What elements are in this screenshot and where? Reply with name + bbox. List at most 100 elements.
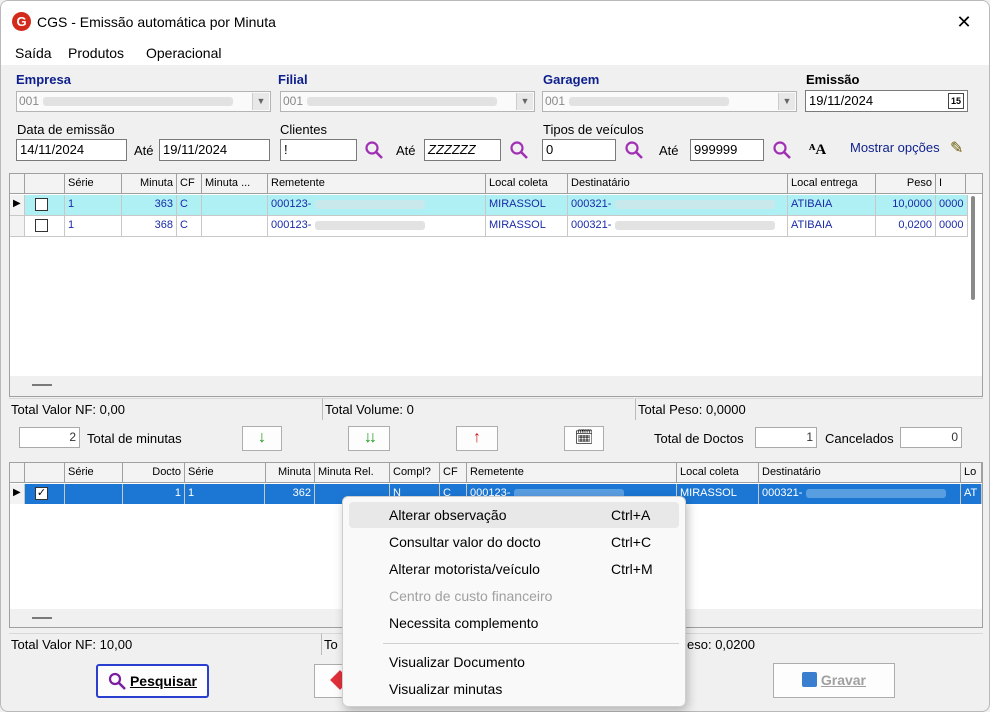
col-minuta-rel[interactable]: Minuta ... [202,174,268,194]
row-checkbox[interactable] [35,219,48,232]
col-extra[interactable]: I [936,174,966,194]
tipos-to-input[interactable]: 999999 [690,139,764,161]
move-down-button[interactable]: ↓ [242,426,282,451]
menu-operacional[interactable]: Operacional [146,45,222,61]
table-row[interactable]: ▶ 1 363 C 000123- MIRASSOL 000321- ATIBA… [10,195,968,216]
clientes-to-input[interactable]: ZZZZZZ [424,139,501,161]
tipos-from-input[interactable]: 0 [542,139,616,161]
horizontal-scrollbar[interactable] [32,617,52,619]
cell-remetente: 000123- [271,198,312,210]
total-valor-nf-1: Total Valor NF: 0,00 [9,398,324,420]
col-docto[interactable]: Docto [123,463,185,483]
data-emissao-from-input[interactable]: 14/11/2024 [16,139,127,161]
menu-item-visualizar-minutas[interactable]: Visualizar minutas [349,676,679,702]
clear-button[interactable] [314,664,350,698]
emissao-date-input[interactable]: 19/11/2024 15 [805,90,968,112]
cell-local-entrega: ATIBAIA [788,195,876,215]
row-checkbox-checked[interactable]: ✓ [35,487,48,500]
cell-serie: 1 [65,216,122,236]
title-bar: G CGS - Emissão automática por Minuta ✕ [1,1,989,41]
col-cf[interactable]: CF [440,463,467,483]
cell-local-coleta: MIRASSOL [486,216,568,236]
cell-serie: 1 [65,195,122,215]
pen-icon[interactable]: ✎ [950,138,963,158]
menu-item-visualizar-documento[interactable]: Visualizar Documento [349,649,679,675]
col-minuta[interactable]: Minuta [265,463,315,483]
gravar-label: Gravar [820,672,867,688]
search-icon[interactable] [509,140,529,160]
search-icon[interactable] [772,140,792,160]
ate-label-3: Até [659,143,679,158]
menu-separator [383,643,679,644]
cell-serie [65,484,123,504]
cell-local-coleta: MIRASSOL [486,195,568,215]
col-minuta[interactable]: Minuta [122,174,177,194]
empresa-combo[interactable]: 001 ▼ [16,91,271,112]
calendar-icon[interactable]: 15 [948,93,964,109]
menu-saida[interactable]: Saída [15,45,52,61]
vertical-scrollbar[interactable] [971,196,975,300]
cell-docto: 1 [123,484,185,504]
ate-label-1: Até [134,143,154,158]
col-local-coleta[interactable]: Local coleta [486,174,568,194]
arrow-up-icon: ↑ [473,429,481,446]
col-cf[interactable]: CF [177,174,202,194]
table-row[interactable]: 1 368 C 000123- MIRASSOL 000321- ATIBAIA… [10,216,968,237]
cell-remetente: 000123- [271,219,312,231]
filial-value: 001 [283,94,304,108]
search-icon[interactable] [364,140,384,160]
chevron-down-icon: ▼ [516,93,533,110]
window-title: CGS - Emissão automática por Minuta [37,14,276,30]
cell-minuta-rel [202,216,268,236]
calculator-button[interactable]: 🗓 [564,426,604,451]
cell-lo: AT [961,484,982,504]
cell-minuta: 363 [122,195,177,215]
cell-peso: 0,0200 [876,216,936,236]
total-peso-1: Total Peso: 0,0000 [635,398,983,420]
menu-item-alterar-motorista[interactable]: Alterar motorista/veículo Ctrl+M [349,556,679,582]
cell-cf: C [177,195,202,215]
col-local-coleta[interactable]: Local coleta [677,463,759,483]
garagem-combo[interactable]: 001 ▼ [542,91,797,112]
minutas-grid[interactable]: Série Minuta CF Minuta ... Remetente Loc… [9,173,983,397]
pesquisar-label: Pesquisar [129,673,197,689]
total-doctos-label: Total de Doctos [654,431,744,446]
row-pointer-icon: ▶ [10,195,25,215]
total-valor-nf-2: Total Valor NF: 10,00 [9,633,324,655]
mostrar-opcoes-link[interactable]: Mostrar opções [850,140,940,155]
cell-peso: 10,0000 [876,195,936,215]
menu-item-necessita-complemento[interactable]: Necessita complemento [349,610,679,636]
garagem-value: 001 [545,94,566,108]
col-destinatario[interactable]: Destinatário [759,463,961,483]
col-serie[interactable]: Série [65,463,123,483]
menu-item-consultar-valor[interactable]: Consultar valor do docto Ctrl+C [349,529,679,555]
row-checkbox[interactable] [35,198,48,211]
menu-item-alterar-observacao[interactable]: Alterar observação Ctrl+A [349,502,679,528]
font-size-icon[interactable]: ᴬA [809,142,826,159]
col-local-entrega[interactable]: Local entrega [788,174,876,194]
col-minuta-rel[interactable]: Minuta Rel. [315,463,390,483]
pesquisar-button[interactable]: Pesquisar [96,664,209,698]
save-icon [801,672,817,687]
col-peso[interactable]: Peso [876,174,936,194]
close-icon[interactable]: ✕ [951,9,977,35]
col-serie[interactable]: Série [65,174,122,194]
col-lo[interactable]: Lo [961,463,982,483]
menu-produtos[interactable]: Produtos [68,45,124,61]
move-all-down-button[interactable]: ↓↓ [348,426,390,451]
filial-combo[interactable]: 001 ▼ [280,91,535,112]
col-compl[interactable]: Compl? [390,463,440,483]
search-icon[interactable] [624,140,644,160]
data-emissao-to-input[interactable]: 19/11/2024 [159,139,270,161]
arrow-down-icon: ↓ [258,429,266,446]
gravar-button[interactable]: Gravar [773,663,895,698]
col-remetente[interactable]: Remetente [268,174,486,194]
move-up-button[interactable]: ↑ [456,426,498,451]
col-destinatario[interactable]: Destinatário [568,174,788,194]
horizontal-scrollbar[interactable] [32,384,52,386]
cell-cf: C [177,216,202,236]
data-emissao-label: Data de emissão [17,122,115,137]
app-logo-icon: G [12,12,31,31]
col-remetente[interactable]: Remetente [467,463,677,483]
clientes-from-input[interactable]: ! [280,139,357,161]
